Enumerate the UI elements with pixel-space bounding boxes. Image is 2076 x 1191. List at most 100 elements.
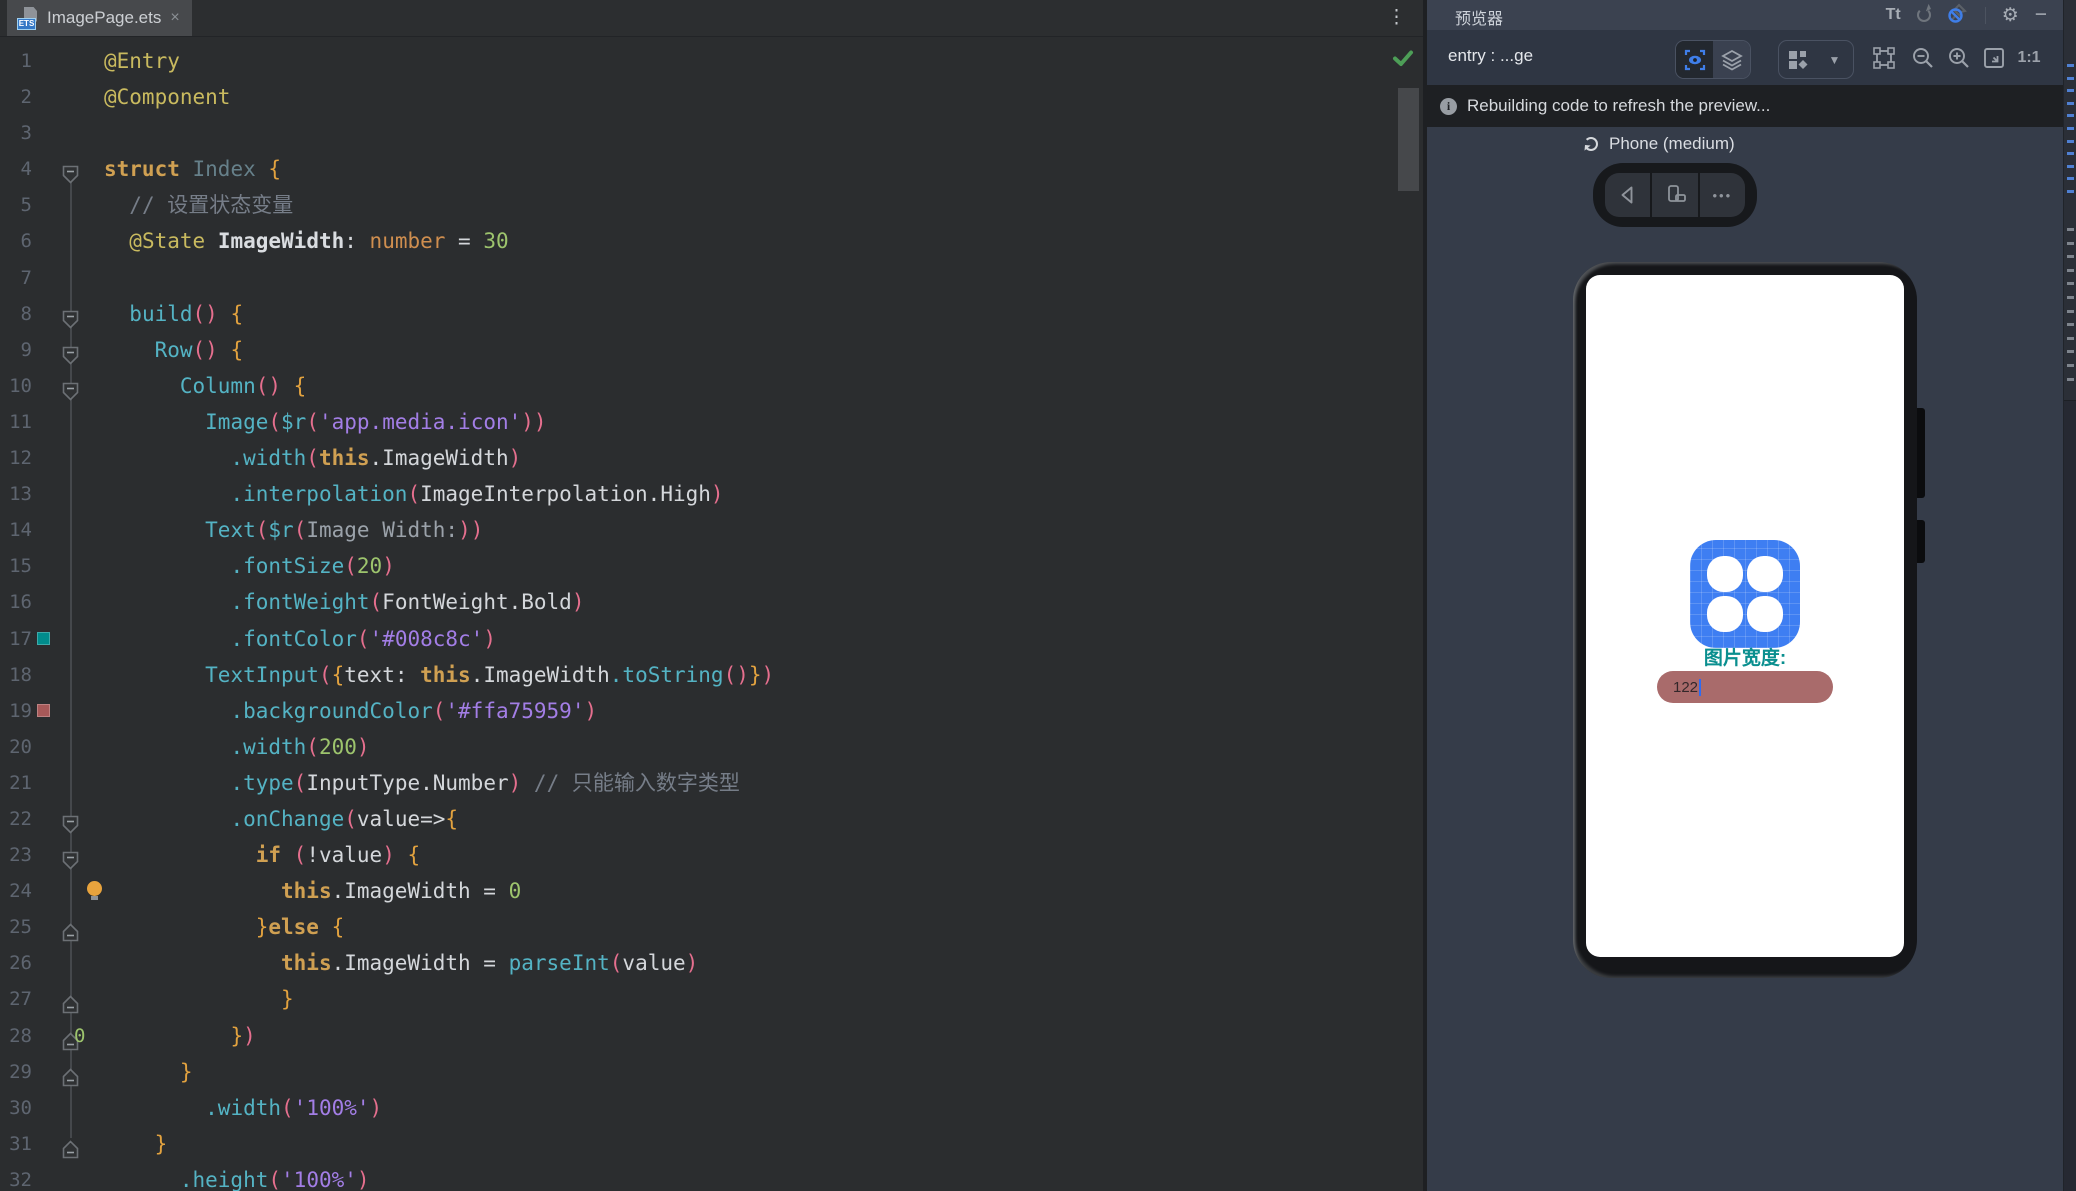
- fold-start-icon[interactable]: [62, 809, 79, 834]
- image-width-input[interactable]: 122: [1657, 671, 1833, 703]
- code-text: }: [281, 987, 294, 1012]
- code-line[interactable]: 11 Image($r('app.media.icon')): [0, 404, 1423, 440]
- sync-icon[interactable]: [1916, 8, 1931, 22]
- line-number: 14: [9, 519, 32, 542]
- preview-target-label[interactable]: entry : ...ge: [1448, 46, 1533, 66]
- fold-start-icon[interactable]: [62, 159, 79, 184]
- code-line[interactable]: 18 TextInput({text: this.ImageWidth.toSt…: [0, 657, 1423, 693]
- fold-end-icon[interactable]: [62, 917, 79, 942]
- editor-scrollbar-thumb[interactable]: [1398, 88, 1419, 191]
- component-dropdown-caret-icon[interactable]: ▼: [1816, 41, 1853, 78]
- fold-end-icon[interactable]: [62, 1134, 79, 1159]
- component-grid-button[interactable]: [1779, 41, 1816, 78]
- code-line[interactable]: 17 .fontColor('#008c8c'): [0, 621, 1423, 657]
- code-text: .backgroundColor('#ffa75959'): [230, 698, 598, 723]
- more-options-button[interactable]: •••: [1697, 173, 1745, 217]
- code-line[interactable]: 25 }else {: [0, 909, 1423, 945]
- code-line[interactable]: 28 0 }): [0, 1018, 1423, 1054]
- color-preview-swatch[interactable]: [37, 631, 50, 645]
- color-preview-swatch[interactable]: [37, 703, 50, 717]
- fit-to-screen-icon[interactable]: [1981, 45, 2007, 71]
- code-line[interactable]: 23 if (!value) {: [0, 837, 1423, 873]
- code-line[interactable]: 16 .fontWeight(FontWeight.Bold): [0, 584, 1423, 620]
- fold-start-icon[interactable]: [62, 304, 79, 329]
- line-number: 1: [20, 50, 32, 72]
- code-line[interactable]: 27 }: [0, 981, 1423, 1017]
- code-editor[interactable]: 1 @Entry 2 @Component 3 4 struct Index {5 // 设…: [0, 38, 1423, 1191]
- info-icon: i: [1440, 97, 1457, 115]
- code-line[interactable]: 12 .width(this.ImageWidth): [0, 440, 1423, 476]
- code-line[interactable]: 5 // 设置状态变量: [0, 187, 1423, 223]
- layers-button[interactable]: [1713, 41, 1750, 78]
- code-text: struct Index {: [104, 157, 282, 182]
- settings-gear-icon[interactable]: ⚙: [2002, 6, 2019, 25]
- line-number: 3: [20, 122, 32, 145]
- code-text: .width(this.ImageWidth): [230, 446, 522, 471]
- code-line[interactable]: 26 this.ImageWidth = parseInt(value): [0, 945, 1423, 981]
- code-line[interactable]: 3: [0, 115, 1423, 151]
- inspector-eye-button[interactable]: [1676, 41, 1713, 78]
- code-line[interactable]: 9 Row() {: [0, 332, 1423, 368]
- line-number: 9: [20, 338, 32, 361]
- code-line[interactable]: 15 .fontSize(20): [0, 548, 1423, 584]
- code-line[interactable]: 1 @Entry: [0, 43, 1423, 79]
- code-text: Column() {: [179, 373, 307, 398]
- line-number: 25: [9, 916, 32, 939]
- inspection-ok-check-icon[interactable]: [1391, 46, 1415, 70]
- code-line[interactable]: 10 Column() {: [0, 368, 1423, 404]
- code-line[interactable]: 24 this.ImageWidth = 0: [0, 873, 1423, 909]
- line-number: 11: [9, 410, 32, 433]
- inspect-mode-group: [1675, 40, 1751, 79]
- hide-panel-icon[interactable]: −: [2035, 4, 2047, 25]
- intention-lightbulb-icon[interactable]: [87, 881, 102, 901]
- code-text: build() {: [129, 301, 244, 326]
- code-text: if (!value) {: [255, 843, 421, 868]
- code-line[interactable]: 8 build() {: [0, 296, 1423, 332]
- code-line[interactable]: 29 }: [0, 1054, 1423, 1090]
- code-text: Row() {: [154, 337, 244, 362]
- previewer-title: 预览器: [1455, 11, 1504, 28]
- close-tab-icon[interactable]: ×: [170, 9, 179, 27]
- line-number: 7: [20, 266, 32, 289]
- gutter-inlay-hint: 0: [74, 1024, 86, 1047]
- code-line[interactable]: 20 .width(200): [0, 729, 1423, 765]
- code-line[interactable]: 22 .onChange(value=>{: [0, 801, 1423, 837]
- line-number: 8: [20, 302, 32, 325]
- pin-disabled-icon[interactable]: [1947, 2, 1969, 29]
- code-line[interactable]: 4 struct Index {: [0, 151, 1423, 187]
- code-line[interactable]: 19 .backgroundColor('#ffa75959'): [0, 693, 1423, 729]
- zoom-ratio-1-1[interactable]: 1:1: [2016, 45, 2042, 71]
- code-line[interactable]: 7: [0, 260, 1423, 296]
- tab-imagepage-ets[interactable]: ETS ImagePage.ets ×: [7, 0, 192, 36]
- fold-end-icon[interactable]: [62, 989, 79, 1014]
- selection-frame-icon[interactable]: [1871, 45, 1897, 71]
- toolbar-divider: [1984, 6, 1986, 24]
- code-line[interactable]: 2 @Component: [0, 79, 1423, 115]
- fold-start-icon[interactable]: [62, 340, 79, 365]
- fold-start-icon[interactable]: [62, 845, 79, 870]
- tool-window-stripe[interactable]: [2063, 0, 2076, 1191]
- rotate-device-button[interactable]: [1650, 173, 1697, 217]
- code-text: this.ImageWidth = parseInt(value): [281, 951, 699, 976]
- line-number: 15: [9, 555, 32, 578]
- zoom-in-icon[interactable]: [1946, 45, 1972, 71]
- line-number: 18: [9, 663, 32, 686]
- fold-start-icon[interactable]: [62, 376, 79, 401]
- code-text: .fontColor('#008c8c'): [230, 626, 496, 651]
- font-size-icon[interactable]: Tt: [1886, 6, 1901, 24]
- code-text: }else {: [255, 915, 345, 940]
- preview-app-image[interactable]: [1690, 540, 1800, 648]
- editor-options-kebab-icon[interactable]: ⋮: [1387, 4, 1406, 32]
- code-line[interactable]: 30 .width('100%'): [0, 1090, 1423, 1126]
- back-button[interactable]: [1605, 173, 1650, 217]
- code-line[interactable]: 13 .interpolation(ImageInterpolation.Hig…: [0, 476, 1423, 512]
- zoom-out-icon[interactable]: [1910, 45, 1936, 71]
- code-line[interactable]: 14 Text($r(Image Width:)): [0, 512, 1423, 548]
- code-line[interactable]: 32 .height('100%'): [0, 1162, 1423, 1191]
- code-text: // 设置状态变量: [129, 193, 294, 218]
- fold-end-icon[interactable]: [62, 1062, 79, 1086]
- code-line[interactable]: 21 .type(InputType.Number) // 只能输入数字类型: [0, 765, 1423, 801]
- code-line[interactable]: 6 @State ImageWidth: number = 30: [0, 223, 1423, 259]
- code-line[interactable]: 31 }: [0, 1126, 1423, 1162]
- device-label[interactable]: Phone (medium): [1584, 134, 1735, 154]
